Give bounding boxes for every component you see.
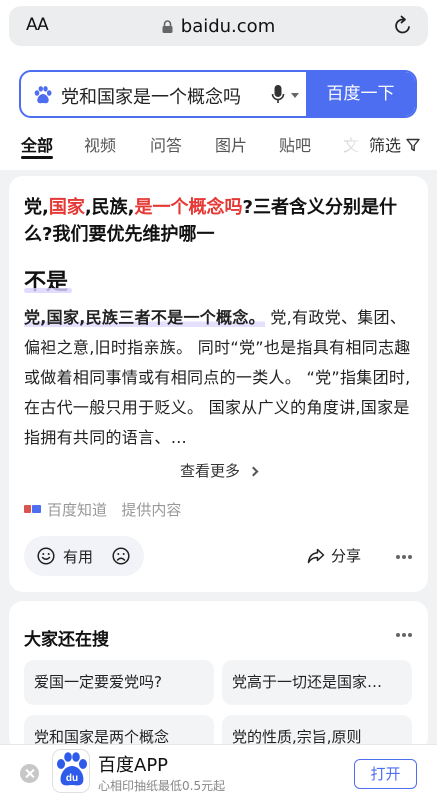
result-source[interactable]: 百度知道 提供内容 [24, 499, 181, 520]
tab-images[interactable]: 图片 [215, 132, 247, 156]
search-input[interactable]: 党和国家是一个概念吗 [61, 83, 241, 109]
share-button[interactable]: 分享 [307, 545, 361, 566]
filter-label: 筛选 [369, 136, 402, 155]
browser-toolbar: AA baidu.com [0, 0, 437, 58]
active-tab-indicator [21, 156, 53, 159]
chevron-right-icon [248, 466, 259, 477]
baidu-paw-icon [34, 86, 52, 104]
address-bar[interactable]: AA baidu.com [9, 6, 428, 46]
baidu-zhidao-logo-icon [24, 505, 41, 513]
search-box[interactable]: 党和国家是一个概念吗 百度一下 [19, 70, 417, 118]
baidu-paw-icon: du [57, 752, 87, 786]
search-tabs: 全部 视频 问答 图片 贴吧 文 筛选 [0, 128, 437, 162]
app-download-banner: du 百度APP 心相印抽纸最低0.5元起 打开 [0, 744, 437, 800]
share-label: 分享 [331, 547, 362, 565]
open-app-button[interactable]: 打开 [354, 759, 417, 789]
smile-icon[interactable] [37, 547, 55, 565]
tab-all[interactable]: 全部 [21, 132, 53, 156]
frown-icon[interactable] [112, 547, 130, 565]
app-icon-text: du [66, 773, 78, 784]
related-searches-card: 大家还在搜 爱国一定要爱党吗? 党高于一切还是国家… 党和国家是两个概念 党的性… [9, 601, 428, 751]
tabs-fade [330, 128, 370, 158]
related-title: 大家还在搜 [24, 630, 109, 650]
view-more-link[interactable]: 查看更多 [9, 460, 428, 481]
lock-icon [162, 20, 173, 33]
result-card: 党,国家,民族,是一个概念吗?三者含义分别是什么?我们要优先维护哪一 不是 党,… [9, 176, 428, 592]
baidu-app-icon: du [52, 749, 90, 793]
tab-video[interactable]: 视频 [84, 132, 116, 156]
microphone-icon[interactable] [271, 84, 285, 106]
related-item[interactable]: 党高于一切还是国家… [222, 660, 412, 705]
answer-highlight [24, 288, 72, 293]
domain-text: baidu.com [180, 16, 276, 37]
search-button[interactable]: 百度一下 [306, 72, 415, 116]
search-header: 党和国家是一个概念吗 百度一下 全部 视频 问答 图片 贴吧 文 筛选 [0, 58, 437, 170]
tab-qa[interactable]: 问答 [150, 132, 182, 156]
share-icon [307, 548, 325, 564]
result-title[interactable]: 党,国家,民族,是一个概念吗?三者含义分别是什么?我们要优先维护哪一 [24, 194, 416, 248]
filter-icon [406, 138, 420, 152]
related-item[interactable]: 爱国一定要爱党吗? [24, 660, 214, 705]
more-options-icon[interactable] [396, 555, 412, 559]
reload-icon[interactable] [392, 15, 414, 37]
chevron-down-icon[interactable] [291, 93, 299, 98]
more-options-icon[interactable] [396, 633, 412, 637]
close-icon[interactable] [20, 764, 39, 783]
feedback-pill: 有用 [24, 536, 144, 576]
filter-button[interactable]: 筛选 [367, 132, 421, 156]
url-display[interactable]: baidu.com [9, 16, 428, 37]
app-description: 心相印抽纸最低0.5元起 [98, 779, 226, 793]
result-snippet[interactable]: 党,国家,民族三者不是一个概念。 党,有政党、集团、偏袒之意,旧时指亲族。 同时… [24, 303, 414, 453]
useful-button[interactable]: 有用 [63, 546, 93, 567]
app-name: 百度APP [98, 755, 169, 776]
tab-tieba[interactable]: 贴吧 [279, 132, 311, 156]
